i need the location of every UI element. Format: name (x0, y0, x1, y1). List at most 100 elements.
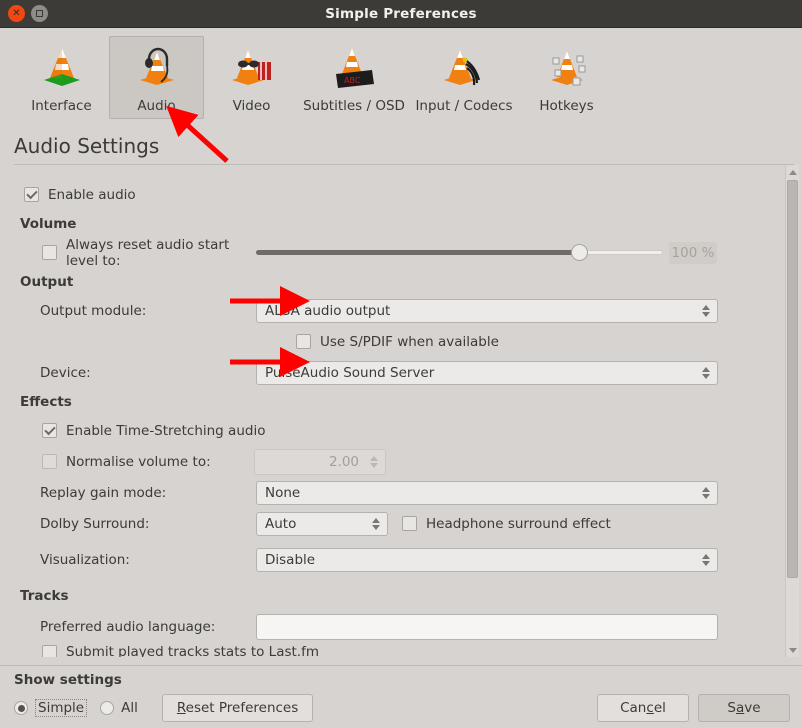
svg-text:ABC: ABC (344, 76, 361, 85)
tab-subtitles-osd-label: Subtitles / OSD (303, 98, 405, 114)
output-module-value: ALSA audio output (265, 302, 391, 319)
tab-audio-label: Audio (137, 98, 176, 114)
maximize-icon[interactable] (31, 5, 48, 22)
spdif-row: Use S/PDIF when available (0, 326, 802, 357)
normalise-value: 2.00 (328, 453, 359, 470)
group-header-effects: Effects (20, 393, 72, 410)
output-module-spinner-icon[interactable] (699, 304, 712, 317)
tab-interface[interactable]: Interface (14, 36, 109, 119)
output-module-row: Output module: ALSA audio output (0, 295, 802, 326)
lastfm-checkbox[interactable] (42, 644, 57, 657)
save-suffix: ve (744, 700, 761, 716)
tab-hotkeys[interactable]: Hotkeys (519, 36, 614, 119)
device-label: Device: (40, 364, 91, 381)
preferred-language-row: Preferred audio language: (0, 611, 802, 642)
radio-all-label[interactable]: All (121, 700, 138, 716)
reset-preferences-label: eset Preferences (185, 700, 299, 716)
output-module-combo[interactable]: ALSA audio output (256, 298, 718, 323)
device-spinner-icon[interactable] (699, 366, 712, 379)
scroll-up-arrow-icon[interactable] (786, 165, 800, 179)
simple-preferences-window: ✕ Simple Preferences Interface Audio Vid… (0, 0, 802, 728)
spdif-label: Use S/PDIF when available (320, 333, 499, 350)
save-prefix: S (727, 700, 736, 716)
preferred-language-input[interactable] (256, 613, 718, 640)
title-bar: ✕ Simple Preferences (0, 0, 802, 28)
device-row: Device: PulseAudio Sound Server (0, 357, 802, 388)
visualization-label: Visualization: (40, 552, 130, 568)
group-header-tracks: Tracks (20, 588, 69, 604)
enable-audio-row[interactable]: Enable audio (0, 179, 802, 210)
group-header-output: Output (20, 273, 74, 290)
cancel-accel-char: c (646, 700, 654, 716)
dolby-surround-value: Auto (265, 515, 297, 532)
replay-gain-value: None (265, 484, 301, 501)
scrollbar-thumb[interactable] (787, 180, 798, 578)
dolby-surround-spinner-icon[interactable] (369, 517, 382, 530)
tab-video[interactable]: Video (204, 36, 299, 119)
settings-scroll-area: Enable audio Volume Always reset audio s… (0, 165, 802, 657)
always-reset-label: Always reset audio start level to: (66, 236, 230, 269)
cancel-suffix: el (653, 700, 666, 716)
lastfm-row: Submit played tracks stats to Last.fm (0, 642, 802, 657)
window-title: Simple Preferences (325, 5, 477, 22)
footer-controls: Simple All Reset Preferences Cancel Save (14, 694, 790, 722)
preferences-toolbar: Interface Audio Video ABC Subtitles / OS… (0, 28, 802, 120)
tab-input-codecs-label: Input / Codecs (415, 98, 513, 114)
show-settings-label: Show settings (14, 672, 122, 688)
preferred-language-label: Preferred audio language: (40, 618, 216, 635)
headphone-surround-checkbox[interactable] (402, 516, 417, 531)
reset-preferences-button[interactable]: Reset Preferences (161, 694, 314, 722)
visualization-value: Disable (265, 552, 316, 568)
spdif-checkbox[interactable] (296, 334, 311, 349)
vlc-cone-interface-icon (36, 42, 88, 92)
time-stretch-label: Enable Time-Stretching audio (66, 422, 266, 439)
close-icon[interactable]: ✕ (8, 5, 25, 22)
time-stretch-row: Enable Time-Stretching audio (0, 415, 802, 446)
scroll-down-arrow-icon[interactable] (786, 643, 800, 657)
save-button[interactable]: Save (698, 694, 790, 722)
tab-subtitles-osd[interactable]: ABC Subtitles / OSD (299, 36, 409, 119)
headphone-surround-label: Headphone surround effect (426, 515, 611, 532)
visualization-combo[interactable]: Disable (256, 548, 718, 572)
tab-hotkeys-label: Hotkeys (539, 98, 594, 114)
enable-audio-label: Enable audio (48, 186, 136, 203)
always-reset-checkbox[interactable] (42, 245, 57, 260)
normalise-label: Normalise volume to: (66, 453, 211, 470)
visualization-spinner-icon[interactable] (699, 554, 712, 566)
volume-slider[interactable] (256, 243, 663, 263)
radio-simple-label[interactable]: Simple (35, 699, 88, 717)
visualization-row: Visualization: Disable (0, 539, 802, 581)
normalise-row: Normalise volume to: 2.00 (0, 446, 802, 477)
cancel-prefix: Can (620, 700, 647, 716)
tab-input-codecs[interactable]: Input / Codecs (409, 36, 519, 119)
tab-audio[interactable]: Audio (109, 36, 204, 119)
vlc-cone-cables-icon (438, 42, 490, 92)
enable-audio-checkbox[interactable] (24, 187, 39, 202)
vlc-cone-subtitles-icon: ABC (328, 42, 380, 92)
replay-gain-label: Replay gain mode: (40, 484, 167, 501)
dolby-surround-combo[interactable]: Auto (256, 511, 388, 536)
dolby-surround-label: Dolby Surround: (40, 515, 150, 532)
cancel-button[interactable]: Cancel (597, 694, 689, 722)
group-header-volume: Volume (20, 215, 77, 232)
time-stretch-checkbox[interactable] (42, 423, 57, 438)
device-combo[interactable]: PulseAudio Sound Server (256, 360, 718, 385)
normalise-spinner-icon[interactable] (367, 455, 380, 468)
output-module-label: Output module: (40, 302, 147, 319)
dolby-surround-row: Dolby Surround: Auto Headphone surround … (0, 508, 802, 539)
settings-vertical-scrollbar[interactable] (785, 165, 799, 657)
window-controls: ✕ (0, 5, 48, 22)
vlc-cone-headphones-icon (131, 42, 183, 92)
normalise-checkbox[interactable] (42, 454, 57, 469)
replay-gain-spinner-icon[interactable] (699, 486, 712, 499)
reset-accel-char: R (176, 700, 186, 716)
tab-video-label: Video (232, 98, 271, 114)
replay-gain-combo[interactable]: None (256, 480, 718, 505)
tab-interface-label: Interface (31, 98, 92, 114)
page-title: Audio Settings (14, 134, 160, 158)
radio-all[interactable] (100, 701, 115, 715)
volume-slider-handle[interactable] (571, 244, 588, 261)
normalise-value-spinbox[interactable]: 2.00 (254, 448, 386, 475)
dialog-footer: Show settings Simple All Reset Preferenc… (0, 665, 802, 728)
radio-simple[interactable] (14, 701, 28, 715)
